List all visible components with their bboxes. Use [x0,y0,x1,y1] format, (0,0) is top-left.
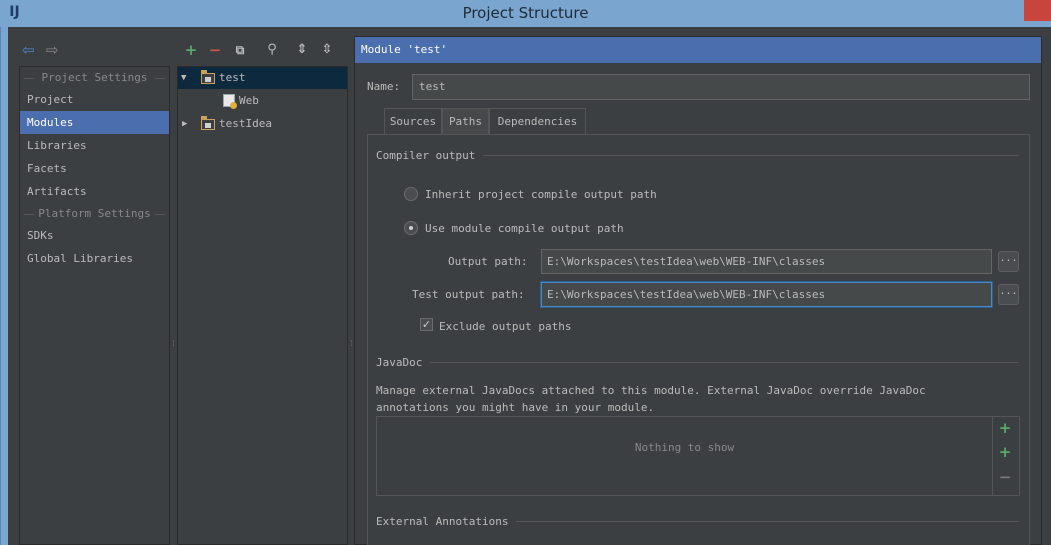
tab-dependencies[interactable]: Dependencies [489,108,586,135]
nav-section-project-settings: Project Settings [20,67,169,88]
javadoc-list-toolbar: + + − [993,416,1020,496]
inherit-output-radio[interactable] [404,187,418,201]
compiler-output-title: Compiler output [376,149,484,162]
group-divider [376,362,1019,363]
nav-item-modules[interactable]: Modules [20,111,169,134]
expanded-arrow-icon[interactable]: ▼ [181,67,186,89]
javadoc-list[interactable]: Nothing to show [376,416,993,496]
javadoc-title: JavaDoc [376,356,431,369]
inherit-output-label[interactable]: Inherit project compile output path [425,188,657,201]
output-path-input[interactable]: E:\Workspaces\testIdea\web\WEB-INF\class… [541,249,992,274]
module-tree: ▼ test Web ▶ testIdea [177,66,348,545]
test-output-path-input[interactable]: E:\Workspaces\testIdea\web\WEB-INF\class… [541,282,992,307]
nav-item-project[interactable]: Project [20,88,169,111]
test-output-path-browse-button[interactable]: ... [998,284,1019,305]
javadoc-description-line1: Manage external JavaDocs attached to thi… [376,384,926,397]
tree-node-label: test [219,71,246,84]
splitter-grip-icon[interactable]: ⁞ [349,340,354,356]
settings-nav: Project Settings Project Modules Librari… [19,66,170,545]
copy-icon[interactable]: ⧉ [231,40,249,60]
window-border-line [0,27,1,545]
module-folder-icon [201,116,215,130]
exclude-output-paths-checkbox[interactable]: ✓ [420,318,433,331]
window-title: Project Structure [462,4,589,22]
close-window-button[interactable] [1024,0,1051,21]
module-folder-icon [201,70,215,84]
nav-item-artifacts[interactable]: Artifacts [20,180,169,203]
output-path-browse-button[interactable]: ... [998,251,1019,272]
arrow-right-icon[interactable]: ⇨ [46,41,66,59]
tree-node-label: testIdea [219,117,272,130]
tree-node-label: Web [239,94,259,107]
tree-node-testidea[interactable]: ▶ testIdea [178,113,347,135]
tree-node-test[interactable]: ▼ test [178,67,347,89]
add-icon[interactable]: + [182,40,200,60]
module-header: Module 'test' [355,37,1041,63]
nav-item-global-libraries[interactable]: Global Libraries [20,247,169,270]
collapsed-arrow-icon[interactable]: ▶ [182,113,187,135]
output-path-label: Output path: [448,255,528,268]
web-facet-icon [223,94,237,109]
name-label: Name: [367,80,401,93]
find-icon[interactable]: ⚲ [263,40,281,60]
collapse-all-icon[interactable]: ⇳ [318,40,336,60]
add-icon[interactable]: + [997,420,1013,436]
nav-item-libraries[interactable]: Libraries [20,134,169,157]
use-module-output-label[interactable]: Use module compile output path [425,222,624,235]
use-module-output-radio[interactable] [404,221,418,235]
tab-paths[interactable]: Paths [442,108,489,135]
remove-icon[interactable]: − [206,40,224,60]
javadoc-description-line2: annotations you might have in your modul… [376,401,655,414]
nav-history: ⇦ ⇨ [22,41,70,59]
nav-section-platform-settings: Platform Settings [20,203,169,224]
tree-node-web[interactable]: Web [178,90,347,112]
add-url-icon[interactable]: + [997,444,1013,460]
expand-all-icon[interactable]: ⇕ [293,40,311,60]
test-output-path-label: Test output path: [412,288,525,301]
exclude-output-paths-label[interactable]: Exclude output paths [439,320,571,333]
external-annotations-title: External Annotations [376,515,517,528]
nav-item-facets[interactable]: Facets [20,157,169,180]
title-bar: IJ Project Structure [0,0,1051,27]
arrow-left-icon[interactable]: ⇦ [22,41,42,59]
module-settings-panel: Module 'test' Name: test Sources Paths D… [354,36,1042,545]
remove-icon[interactable]: − [997,469,1013,485]
tab-sources[interactable]: Sources [384,108,442,135]
window-border [0,27,8,545]
splitter-grip-icon[interactable]: ⁞ [171,340,176,356]
nav-item-sdks[interactable]: SDKs [20,224,169,247]
empty-list-text: Nothing to show [634,441,735,454]
module-name-input[interactable]: test [412,74,1030,100]
